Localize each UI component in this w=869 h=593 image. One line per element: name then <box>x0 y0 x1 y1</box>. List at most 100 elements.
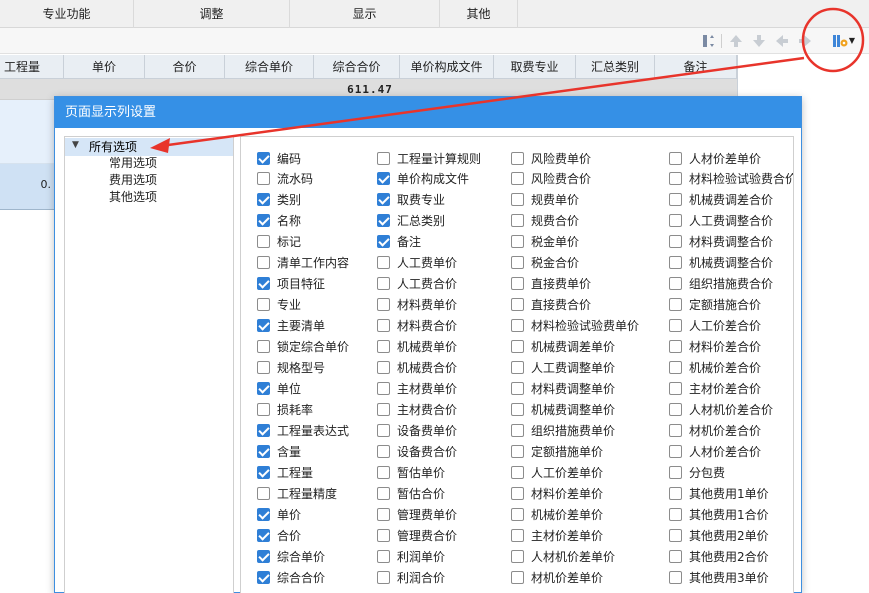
menu-other[interactable]: 其他 <box>440 0 518 28</box>
option-checkbox[interactable] <box>669 298 682 312</box>
column-header[interactable]: 汇总类别 <box>576 55 655 79</box>
column-header[interactable]: 综合合价 <box>314 55 400 79</box>
column-option[interactable]: 直接费单价 <box>511 275 591 293</box>
column-option[interactable]: 人材机价差单价 <box>511 547 615 565</box>
option-checkbox[interactable] <box>257 214 270 228</box>
menu-display[interactable]: 显示 <box>290 0 440 28</box>
option-checkbox[interactable] <box>377 151 390 165</box>
option-checkbox[interactable] <box>257 570 270 584</box>
column-option[interactable]: 锁定综合单价 <box>257 338 349 356</box>
option-checkbox[interactable] <box>377 486 390 500</box>
option-checkbox[interactable] <box>377 423 390 437</box>
option-checkbox[interactable] <box>511 444 524 458</box>
table-row[interactable] <box>0 100 54 164</box>
option-checkbox[interactable] <box>511 298 524 312</box>
column-option[interactable]: 主材价差合价 <box>669 379 761 397</box>
option-checkbox[interactable] <box>377 319 390 333</box>
column-option[interactable]: 风险费单价 <box>511 149 591 167</box>
table-row-selected[interactable]: 0. <box>0 164 54 210</box>
column-option[interactable]: 规费单价 <box>511 191 579 209</box>
option-checkbox[interactable] <box>669 214 682 228</box>
option-checkbox[interactable] <box>257 465 270 479</box>
column-option[interactable]: 项目特征 <box>257 275 325 293</box>
option-checkbox[interactable] <box>669 486 682 500</box>
option-checkbox[interactable] <box>257 444 270 458</box>
option-checkbox[interactable] <box>511 214 524 228</box>
column-option[interactable]: 专业 <box>257 296 301 314</box>
column-header[interactable]: 单价构成文件 <box>400 55 494 79</box>
column-option[interactable]: 机械价差合价 <box>669 359 761 377</box>
column-option[interactable]: 税金合价 <box>511 254 579 272</box>
option-checkbox[interactable] <box>511 381 524 395</box>
column-option[interactable]: 定额措施合价 <box>669 296 761 314</box>
column-option[interactable]: 机械费调差合价 <box>669 191 773 209</box>
column-option[interactable]: 工程量精度 <box>257 484 337 502</box>
option-checkbox[interactable] <box>377 444 390 458</box>
column-option[interactable]: 人工费单价 <box>377 254 457 272</box>
move-top-icon[interactable] <box>727 32 745 50</box>
option-checkbox[interactable] <box>257 381 270 395</box>
option-checkbox[interactable] <box>377 361 390 374</box>
option-checkbox[interactable] <box>511 486 524 500</box>
column-option[interactable]: 材料费调整单价 <box>511 379 615 397</box>
column-option[interactable]: 管理费合价 <box>377 526 457 544</box>
option-checkbox[interactable] <box>257 172 270 186</box>
column-option[interactable]: 材料费调整合价 <box>669 233 773 251</box>
option-checkbox[interactable] <box>669 444 682 458</box>
column-option[interactable]: 人工价差合价 <box>669 317 761 335</box>
column-option[interactable]: 汇总类别 <box>377 212 445 230</box>
column-option[interactable]: 工程量表达式 <box>257 421 349 439</box>
option-checkbox[interactable] <box>669 235 682 249</box>
option-checkbox[interactable] <box>511 151 524 165</box>
option-checkbox[interactable] <box>257 549 270 563</box>
option-checkbox[interactable] <box>257 528 270 542</box>
column-option[interactable]: 合价 <box>257 526 301 544</box>
option-checkbox[interactable] <box>257 256 270 270</box>
option-checkbox[interactable] <box>669 402 682 416</box>
column-option[interactable]: 机械费单价 <box>377 338 457 356</box>
option-checkbox[interactable] <box>377 549 390 563</box>
option-checkbox[interactable] <box>257 486 270 500</box>
column-option[interactable]: 人工费合价 <box>377 275 457 293</box>
column-option[interactable]: 损耗率 <box>257 400 313 418</box>
menu-adjust[interactable]: 调整 <box>134 0 290 28</box>
option-checkbox[interactable] <box>669 528 682 542</box>
option-checkbox[interactable] <box>257 193 270 207</box>
option-checkbox[interactable] <box>511 172 524 186</box>
column-option[interactable]: 利润单价 <box>377 547 445 565</box>
column-option[interactable]: 类别 <box>257 191 301 209</box>
option-checkbox[interactable] <box>377 214 390 228</box>
option-checkbox[interactable] <box>257 298 270 312</box>
column-option[interactable]: 其他费用1单价 <box>669 484 769 502</box>
option-checkbox[interactable] <box>669 193 682 207</box>
column-option[interactable]: 暂估单价 <box>377 463 445 481</box>
column-option[interactable]: 暂估合价 <box>377 484 445 502</box>
column-option[interactable]: 材料价差单价 <box>511 484 603 502</box>
option-checkbox[interactable] <box>257 319 270 333</box>
option-checkbox[interactable] <box>511 319 524 333</box>
column-option[interactable]: 材料检验试验费单价 <box>511 317 639 335</box>
arrow-right-icon[interactable] <box>796 32 814 50</box>
column-option[interactable]: 材料费合价 <box>377 317 457 335</box>
option-checkbox[interactable] <box>377 256 390 270</box>
tree-item-fee-options[interactable]: 费用选项 <box>109 172 157 188</box>
tree-item-all-options[interactable]: ▼ 所有选项 <box>65 138 233 156</box>
option-checkbox[interactable] <box>511 277 524 291</box>
column-option[interactable]: 材料价差合价 <box>669 338 761 356</box>
column-option[interactable]: 机械费调整合价 <box>669 254 773 272</box>
column-option[interactable]: 单位 <box>257 379 301 397</box>
move-down-icon[interactable] <box>750 32 768 50</box>
column-option[interactable]: 直接费合价 <box>511 296 591 314</box>
column-header[interactable]: 综合单价 <box>225 55 314 79</box>
tree-item-other-options[interactable]: 其他选项 <box>109 189 157 205</box>
option-checkbox[interactable] <box>257 361 270 374</box>
option-checkbox[interactable] <box>669 256 682 270</box>
column-option[interactable]: 设备费单价 <box>377 421 457 439</box>
column-header[interactable]: 合价 <box>145 55 225 79</box>
column-option[interactable]: 其他费用1合价 <box>669 505 769 523</box>
option-checkbox[interactable] <box>669 465 682 479</box>
option-checkbox[interactable] <box>377 528 390 542</box>
option-checkbox[interactable] <box>511 423 524 437</box>
option-checkbox[interactable] <box>511 256 524 270</box>
option-checkbox[interactable] <box>377 381 390 395</box>
